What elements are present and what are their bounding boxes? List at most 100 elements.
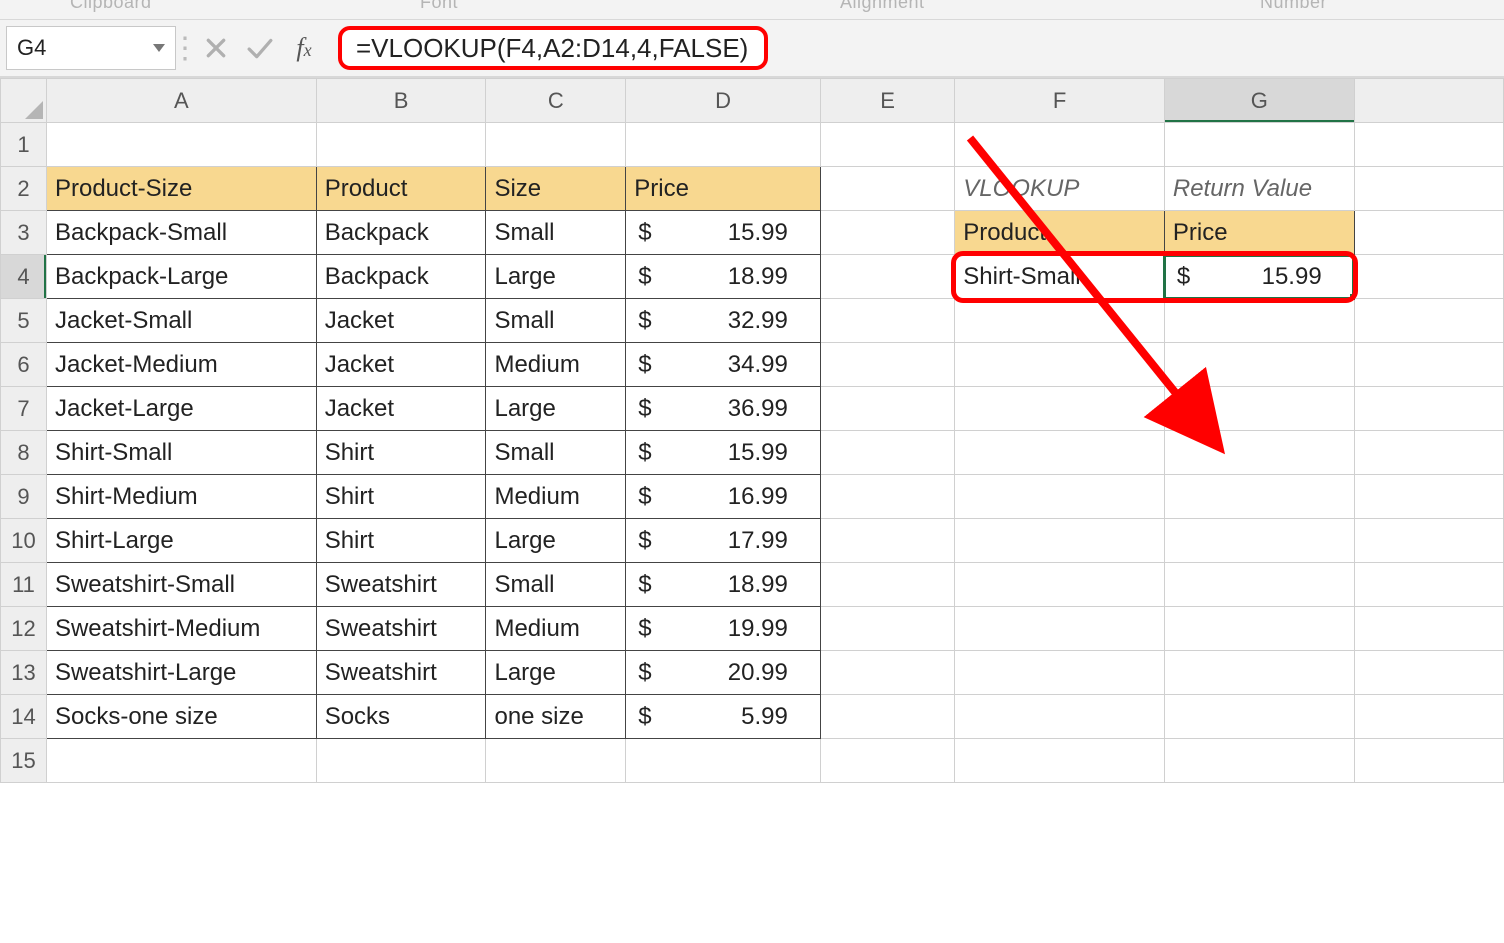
cell-A8[interactable]: Shirt-Small [46, 431, 316, 475]
cell-A11[interactable]: Sweatshirt-Small [46, 563, 316, 607]
col-header-B[interactable]: B [316, 79, 486, 123]
cell-C13[interactable]: Large [486, 651, 626, 695]
cell-A6[interactable]: Jacket-Medium [46, 343, 316, 387]
row-header-7[interactable]: 7 [1, 387, 47, 431]
cell-F14[interactable] [955, 695, 1165, 739]
row-header-9[interactable]: 9 [1, 475, 47, 519]
cell-E15[interactable] [820, 739, 954, 783]
cell-A14[interactable]: Socks-one size [46, 695, 316, 739]
cell-F12[interactable] [955, 607, 1165, 651]
cell-E5[interactable] [820, 299, 954, 343]
row-header-2[interactable]: 2 [1, 167, 47, 211]
cell-E13[interactable] [820, 651, 954, 695]
cell-D12[interactable]: $19.99 [626, 607, 821, 651]
cell-E14[interactable] [820, 695, 954, 739]
cell-B12[interactable]: Sweatshirt [316, 607, 486, 651]
insert-function-button[interactable]: fx [282, 26, 326, 70]
cell-C12[interactable]: Medium [486, 607, 626, 651]
cell-D6[interactable]: $34.99 [626, 343, 821, 387]
cell-A15[interactable] [46, 739, 316, 783]
cell-G13[interactable] [1164, 651, 1354, 695]
cell-F13[interactable] [955, 651, 1165, 695]
row-header-1[interactable]: 1 [1, 123, 47, 167]
cell-G15[interactable] [1164, 739, 1354, 783]
cell-B15[interactable] [316, 739, 486, 783]
cell-D8[interactable]: $15.99 [626, 431, 821, 475]
cell-G8[interactable] [1164, 431, 1354, 475]
cell-G10[interactable] [1164, 519, 1354, 563]
select-all-corner[interactable] [1, 79, 47, 123]
cell-G6[interactable] [1164, 343, 1354, 387]
cell-G14[interactable] [1164, 695, 1354, 739]
cell-C11[interactable]: Small [486, 563, 626, 607]
col-header-H[interactable] [1354, 79, 1503, 123]
cell-G7[interactable] [1164, 387, 1354, 431]
cell-E4[interactable] [820, 255, 954, 299]
cell-H7[interactable] [1354, 387, 1503, 431]
row-header-13[interactable]: 13 [1, 651, 47, 695]
cell-C1[interactable] [486, 123, 626, 167]
cell-B11[interactable]: Sweatshirt [316, 563, 486, 607]
cell-G5[interactable] [1164, 299, 1354, 343]
row-header-11[interactable]: 11 [1, 563, 47, 607]
name-box[interactable]: G4 [6, 26, 176, 70]
cell-D2[interactable]: Price [626, 167, 821, 211]
cell-B5[interactable]: Jacket [316, 299, 486, 343]
cell-G12[interactable] [1164, 607, 1354, 651]
col-header-C[interactable]: C [486, 79, 626, 123]
cell-C3[interactable]: Small [486, 211, 626, 255]
cell-C10[interactable]: Large [486, 519, 626, 563]
row-header-8[interactable]: 8 [1, 431, 47, 475]
cell-H5[interactable] [1354, 299, 1503, 343]
cell-B2[interactable]: Product [316, 167, 486, 211]
cell-A10[interactable]: Shirt-Large [46, 519, 316, 563]
row-header-10[interactable]: 10 [1, 519, 47, 563]
cell-F10[interactable] [955, 519, 1165, 563]
cell-E10[interactable] [820, 519, 954, 563]
cell-A4[interactable]: Backpack-Large [46, 255, 316, 299]
row-header-5[interactable]: 5 [1, 299, 47, 343]
cell-D1[interactable] [626, 123, 821, 167]
cell-A5[interactable]: Jacket-Small [46, 299, 316, 343]
cell-D3[interactable]: $15.99 [626, 211, 821, 255]
cell-A12[interactable]: Sweatshirt-Medium [46, 607, 316, 651]
cell-F4[interactable]: Shirt-Small [955, 255, 1165, 299]
cell-D5[interactable]: $32.99 [626, 299, 821, 343]
cell-D7[interactable]: $36.99 [626, 387, 821, 431]
formula-input[interactable]: =VLOOKUP(F4,A2:D14,4,FALSE) [338, 26, 768, 70]
cell-H2[interactable] [1354, 167, 1503, 211]
cell-E1[interactable] [820, 123, 954, 167]
cell-B1[interactable] [316, 123, 486, 167]
cell-C2[interactable]: Size [486, 167, 626, 211]
cell-A2[interactable]: Product-Size [46, 167, 316, 211]
cell-H4[interactable] [1354, 255, 1503, 299]
cell-B14[interactable]: Socks [316, 695, 486, 739]
cell-H3[interactable] [1354, 211, 1503, 255]
cell-B13[interactable]: Sweatshirt [316, 651, 486, 695]
cell-C15[interactable] [486, 739, 626, 783]
col-header-F[interactable]: F [955, 79, 1165, 123]
cell-F11[interactable] [955, 563, 1165, 607]
cell-H1[interactable] [1354, 123, 1503, 167]
cell-F15[interactable] [955, 739, 1165, 783]
cell-H10[interactable] [1354, 519, 1503, 563]
cell-E7[interactable] [820, 387, 954, 431]
cell-E9[interactable] [820, 475, 954, 519]
cell-F2[interactable]: VLOOKUP [955, 167, 1165, 211]
cell-B3[interactable]: Backpack [316, 211, 486, 255]
cell-A13[interactable]: Sweatshirt-Large [46, 651, 316, 695]
cell-A7[interactable]: Jacket-Large [46, 387, 316, 431]
cell-G1[interactable] [1164, 123, 1354, 167]
cell-G11[interactable] [1164, 563, 1354, 607]
row-header-15[interactable]: 15 [1, 739, 47, 783]
cell-G9[interactable] [1164, 475, 1354, 519]
cell-D4[interactable]: $18.99 [626, 255, 821, 299]
col-header-G[interactable]: G [1164, 79, 1354, 123]
cell-F9[interactable] [955, 475, 1165, 519]
cell-F7[interactable] [955, 387, 1165, 431]
cell-A1[interactable] [46, 123, 316, 167]
cell-F3[interactable]: Product [955, 211, 1165, 255]
cell-D11[interactable]: $18.99 [626, 563, 821, 607]
cell-E8[interactable] [820, 431, 954, 475]
cell-E6[interactable] [820, 343, 954, 387]
